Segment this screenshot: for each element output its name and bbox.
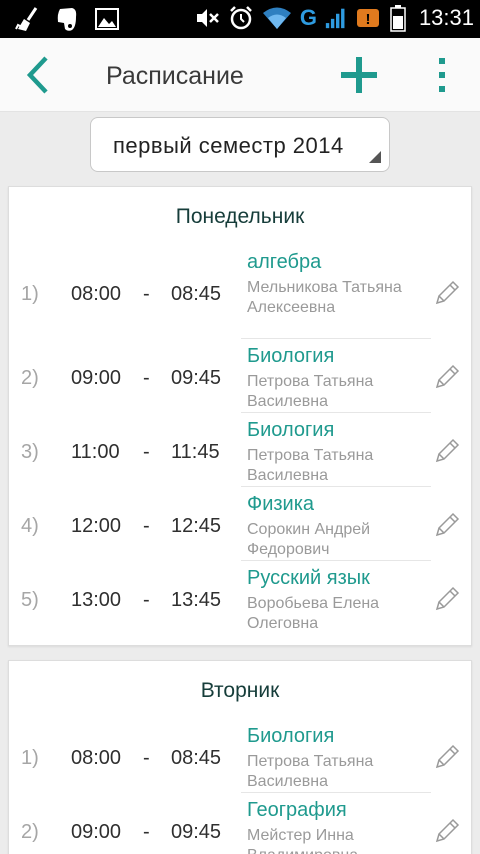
lesson-teacher: Воробьева Елена Олеговна: [247, 595, 380, 632]
row-divider: [241, 412, 431, 413]
pencil-icon: [435, 512, 460, 537]
day-title: Вторник: [200, 679, 280, 702]
page-title: Расписание: [106, 62, 244, 90]
time-separator: -: [143, 589, 150, 611]
status-bar: G ! 13:31: [0, 0, 480, 38]
lesson-number: 4): [21, 515, 39, 537]
lesson-start-time: 09:00: [71, 821, 122, 843]
plus-icon: [341, 57, 377, 93]
day-card-monday: Понедельник 1) 08:00 - 08:45 алгебра Мел…: [8, 186, 472, 646]
edit-lesson-button[interactable]: [433, 437, 461, 465]
lesson-start-time: 11:00: [71, 441, 120, 463]
lesson-number: 5): [21, 589, 39, 611]
pencil-icon: [435, 818, 460, 843]
semester-select-value: первый семестр 2014: [113, 133, 344, 158]
lesson-number: 2): [21, 367, 39, 389]
lesson-subject: Биология: [247, 725, 335, 747]
lesson-end-time: 11:45: [171, 441, 220, 463]
time-separator: -: [143, 283, 150, 305]
lesson-number: 1): [21, 747, 39, 769]
alarm-icon: [229, 6, 252, 30]
lesson-end-time: 09:45: [171, 367, 222, 389]
lesson-start-time: 08:00: [71, 283, 122, 305]
more-vertical-icon: [439, 58, 445, 92]
lesson-row[interactable]: 2) 09:00 - 09:45 Биология Петрова Татьян…: [9, 341, 471, 413]
chevron-left-icon: [26, 56, 48, 94]
lesson-number: 1): [21, 283, 39, 305]
pencil-icon: [435, 364, 460, 389]
lesson-end-time: 09:45: [171, 821, 222, 843]
add-button[interactable]: [338, 54, 380, 96]
time-separator: -: [143, 821, 150, 843]
lesson-end-time: 08:45: [171, 747, 222, 769]
lesson-teacher: Петрова Татьяна Василевна: [247, 373, 374, 410]
pencil-icon: [435, 280, 460, 305]
network-type-label: G: [299, 5, 317, 30]
lesson-start-time: 12:00: [71, 515, 122, 537]
lesson-row[interactable]: 2) 09:00 - 09:45 География Мейстер Инна …: [9, 795, 471, 854]
row-divider: [241, 560, 431, 561]
action-bar: Расписание: [0, 38, 480, 112]
lesson-end-time: 13:45: [171, 589, 222, 611]
lesson-row[interactable]: 5) 13:00 - 13:45 Русский язык Воробьева …: [9, 563, 471, 635]
edit-lesson-button[interactable]: [433, 585, 461, 613]
broom-icon: [15, 7, 38, 31]
pencil-icon: [435, 586, 460, 611]
overflow-menu-button[interactable]: [432, 54, 452, 96]
lesson-number: 2): [21, 821, 39, 843]
lesson-teacher: Сорокин Андрей Федорович: [247, 521, 371, 558]
lesson-subject: Русский язык: [247, 567, 370, 589]
signal-icon: [325, 8, 345, 29]
lesson-teacher: Петрова Татьяна Василевна: [247, 447, 374, 484]
lesson-start-time: 13:00: [71, 589, 122, 611]
lesson-subject: Биология: [247, 419, 335, 441]
pencil-icon: [435, 438, 460, 463]
lesson-row[interactable]: 4) 12:00 - 12:45 Физика Сорокин Андрей Ф…: [9, 489, 471, 561]
lesson-subject: алгебра: [247, 251, 322, 273]
back-button[interactable]: [20, 52, 56, 98]
lesson-teacher: Мейстер Инна Владимировна: [247, 827, 358, 854]
semester-select[interactable]: первый семестр 2014: [90, 117, 390, 172]
lesson-teacher: Петрова Татьяна Василевна: [247, 753, 374, 790]
day-title: Понедельник: [175, 205, 305, 228]
lesson-row[interactable]: 1) 08:00 - 08:45 Биология Петрова Татьян…: [9, 721, 471, 793]
time-separator: -: [143, 747, 150, 769]
edit-lesson-button[interactable]: [433, 279, 461, 307]
lesson-teacher: Мельникова Татьяна Алексеевна: [247, 279, 402, 316]
day-card-tuesday: Вторник 1) 08:00 - 08:45 Биология Петров…: [8, 660, 472, 854]
pencil-icon: [435, 744, 460, 769]
lesson-subject: Физика: [247, 493, 315, 515]
row-divider: [241, 486, 431, 487]
evernote-icon: [57, 8, 77, 31]
lesson-start-time: 09:00: [71, 367, 122, 389]
time-separator: -: [143, 515, 150, 537]
lesson-subject: География: [247, 799, 347, 821]
notification-icon: !: [356, 9, 379, 28]
edit-lesson-button[interactable]: [433, 817, 461, 845]
gallery-icon: [95, 8, 119, 30]
row-divider: [241, 338, 431, 339]
time-separator: -: [143, 367, 150, 389]
wifi-icon: [262, 7, 291, 29]
lesson-end-time: 08:45: [171, 283, 222, 305]
time-separator: -: [143, 441, 150, 463]
battery-icon: [390, 5, 406, 32]
row-divider: [241, 792, 431, 793]
lesson-row[interactable]: 3) 11:00 - 11:45 Биология Петрова Татьян…: [9, 415, 471, 487]
lesson-number: 3): [21, 441, 39, 463]
edit-lesson-button[interactable]: [433, 511, 461, 539]
dropdown-arrow-icon: [369, 151, 381, 163]
lesson-start-time: 08:00: [71, 747, 122, 769]
lesson-row[interactable]: 1) 08:00 - 08:45 алгебра Мельникова Тать…: [9, 247, 471, 337]
edit-lesson-button[interactable]: [433, 743, 461, 771]
svg-text:!: !: [365, 11, 370, 28]
clock: 13:31: [418, 5, 474, 30]
lesson-end-time: 12:45: [171, 515, 222, 537]
lesson-subject: Биология: [247, 345, 335, 367]
mute-icon: [196, 9, 219, 27]
edit-lesson-button[interactable]: [433, 363, 461, 391]
